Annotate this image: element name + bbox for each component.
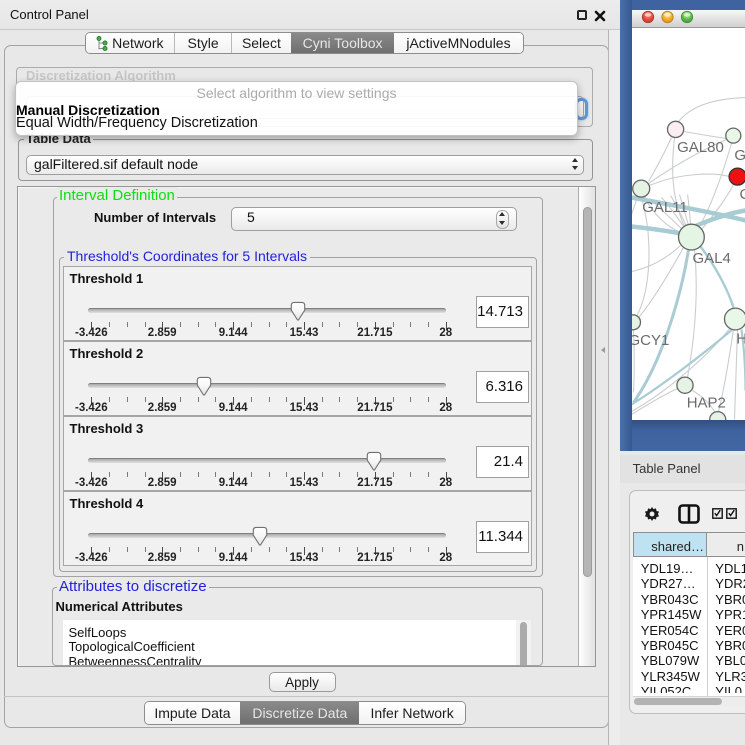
svg-text:GA: GA: [734, 147, 745, 164]
svg-text:H: H: [736, 330, 745, 347]
svg-text:GAL4: GAL4: [692, 250, 730, 267]
svg-text:CI: CI: [739, 186, 745, 203]
svg-text:HAP2: HAP2: [686, 394, 725, 411]
svg-text:GAL11: GAL11: [642, 199, 688, 216]
svg-text:GCY1: GCY1: [632, 332, 669, 349]
svg-text:GAL80: GAL80: [677, 139, 724, 156]
